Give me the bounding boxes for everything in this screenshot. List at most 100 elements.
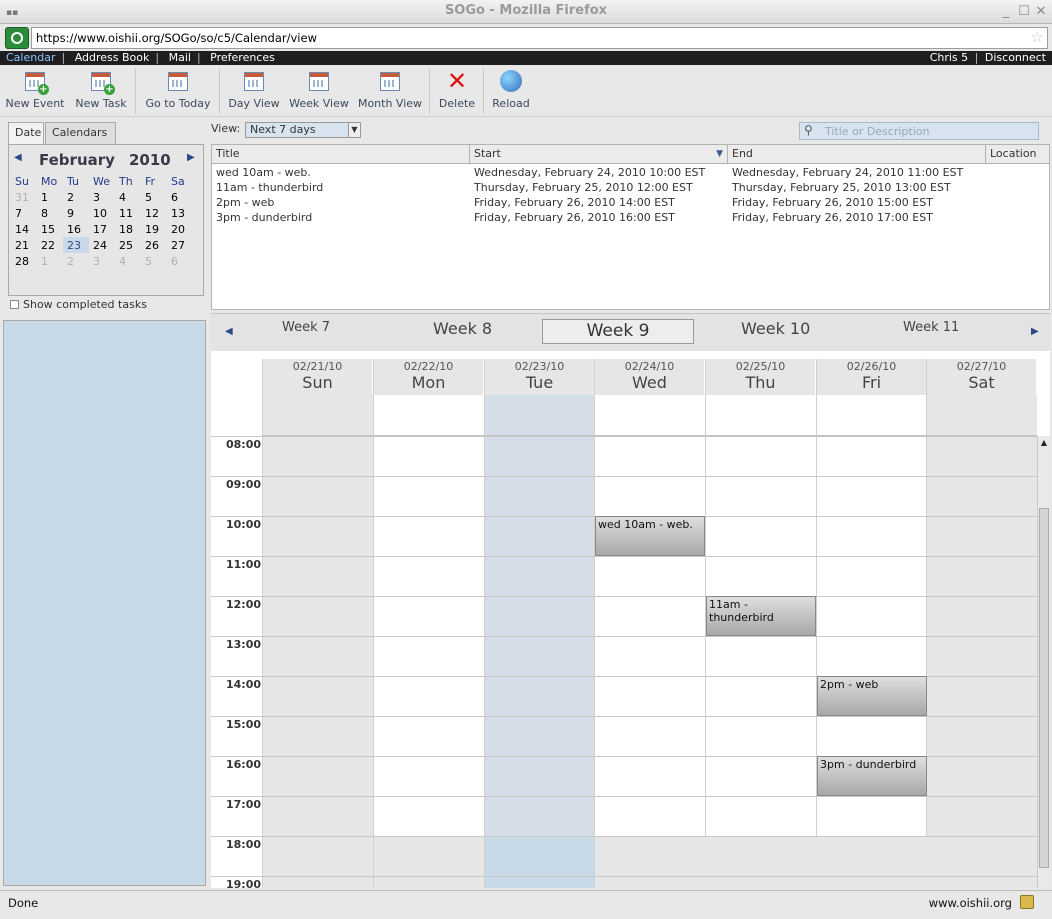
day-header-wed[interactable]: 02/24/10 Wed xyxy=(594,359,704,395)
next-week-icon[interactable]: ▶ xyxy=(1031,326,1039,337)
site-identity-icon[interactable] xyxy=(5,27,29,49)
event-row[interactable]: 11am - thunderbird Thursday, February 25… xyxy=(212,180,1049,195)
mini-day[interactable]: 2 xyxy=(63,189,89,205)
all-day-cell[interactable] xyxy=(926,395,1037,436)
disconnect-link[interactable]: Disconnect xyxy=(985,51,1046,64)
mini-day[interactable]: 21 xyxy=(11,237,37,253)
bookmark-star-icon[interactable]: ☆ xyxy=(1031,28,1044,46)
mini-day[interactable]: 27 xyxy=(167,237,193,253)
mini-day[interactable]: 15 xyxy=(37,221,63,237)
lock-icon[interactable] xyxy=(1020,895,1034,909)
show-completed-tasks[interactable]: Show completed tasks xyxy=(10,298,147,311)
column-location[interactable]: Location xyxy=(986,145,1049,164)
all-day-cell[interactable] xyxy=(373,395,484,436)
mini-day[interactable]: 6 xyxy=(167,189,193,205)
close-icon[interactable]: ✕ xyxy=(1033,4,1049,19)
event-row[interactable]: 3pm - dunderbird Friday, February 26, 20… xyxy=(212,210,1049,225)
mini-day[interactable]: 9 xyxy=(63,205,89,221)
day-column-mon[interactable] xyxy=(373,436,484,888)
event-row[interactable]: 2pm - web Friday, February 26, 2010 14:0… xyxy=(212,195,1049,210)
mini-day[interactable]: 31 xyxy=(11,189,37,205)
minimize-icon[interactable]: _ xyxy=(998,4,1014,19)
mini-day[interactable]: 2 xyxy=(63,253,89,269)
scroll-thumb[interactable] xyxy=(1039,508,1049,868)
mini-day[interactable]: 22 xyxy=(37,237,63,253)
mini-day[interactable]: 19 xyxy=(141,221,167,237)
week-view-button[interactable]: Week View xyxy=(287,67,351,115)
mini-day[interactable]: 28 xyxy=(11,253,37,269)
mini-day[interactable]: 5 xyxy=(141,253,167,269)
menu-calendar[interactable]: Calendar xyxy=(6,51,55,64)
week-11-link[interactable]: Week 11 xyxy=(903,320,959,335)
all-day-cell[interactable] xyxy=(705,395,816,436)
mini-day[interactable]: 14 xyxy=(11,221,37,237)
calendar-event[interactable]: wed 10am - web. xyxy=(595,516,705,556)
calendar-event[interactable]: 2pm - web xyxy=(817,676,927,716)
week-10-link[interactable]: Week 10 xyxy=(741,319,810,338)
new-event-button[interactable]: + New Event xyxy=(4,67,66,115)
mini-day[interactable]: 25 xyxy=(115,237,141,253)
day-header-sat[interactable]: 02/27/10 Sat xyxy=(926,359,1036,395)
show-completed-checkbox[interactable] xyxy=(10,300,19,309)
mini-day[interactable]: 16 xyxy=(63,221,89,237)
url-input[interactable]: https://www.oishii.org/SOGo/so/c5/Calend… xyxy=(31,27,1048,49)
week-7-link[interactable]: Week 7 xyxy=(282,320,330,335)
mini-day[interactable]: 24 xyxy=(89,237,115,253)
day-header-thu[interactable]: 02/25/10 Thu xyxy=(705,359,815,395)
mini-day[interactable]: 10 xyxy=(89,205,115,221)
mini-day[interactable]: 12 xyxy=(141,205,167,221)
day-column-wed[interactable] xyxy=(594,436,705,888)
menu-address-book[interactable]: Address Book xyxy=(75,51,150,64)
month-view-button[interactable]: Month View xyxy=(356,67,424,115)
mini-day-today[interactable]: 23 xyxy=(63,237,89,253)
mini-day[interactable]: 6 xyxy=(167,253,193,269)
day-header-tue[interactable]: 02/23/10 Tue xyxy=(484,359,594,395)
task-list[interactable] xyxy=(3,320,206,886)
column-title[interactable]: Title xyxy=(212,145,470,164)
mini-day[interactable]: 11 xyxy=(115,205,141,221)
mini-day[interactable]: 4 xyxy=(115,253,141,269)
delete-button[interactable]: ✕ Delete xyxy=(436,67,478,115)
day-column-fri[interactable] xyxy=(816,436,927,888)
day-header-mon[interactable]: 02/22/10 Mon xyxy=(373,359,483,395)
event-row[interactable]: wed 10am - web. Wednesday, February 24, … xyxy=(212,165,1049,180)
day-column-sat[interactable] xyxy=(926,436,1037,888)
column-end[interactable]: End xyxy=(728,145,986,164)
mini-day[interactable]: 20 xyxy=(167,221,193,237)
week-scrollbar[interactable]: ▲ xyxy=(1037,436,1050,888)
all-day-cell[interactable] xyxy=(594,395,705,436)
menu-mail[interactable]: Mail xyxy=(169,51,191,64)
mini-day[interactable]: 3 xyxy=(89,189,115,205)
maximize-icon[interactable]: ☐ xyxy=(1016,4,1032,19)
search-icon[interactable]: ⚲ xyxy=(804,123,813,137)
day-column-tue[interactable] xyxy=(484,436,595,888)
week-8-link[interactable]: Week 8 xyxy=(433,319,492,338)
calendar-event[interactable]: 3pm - dunderbird xyxy=(817,756,927,796)
day-view-button[interactable]: Day View xyxy=(226,67,282,115)
mini-day[interactable]: 17 xyxy=(89,221,115,237)
all-day-cell[interactable] xyxy=(262,395,373,436)
mini-day[interactable]: 26 xyxy=(141,237,167,253)
mini-day[interactable]: 1 xyxy=(37,253,63,269)
mini-day[interactable]: 18 xyxy=(115,221,141,237)
day-header-sun[interactable]: 02/21/10 Sun xyxy=(262,359,372,395)
search-field[interactable]: ⚲ Title or Description xyxy=(799,122,1039,140)
day-column-thu[interactable] xyxy=(705,436,816,888)
mini-day[interactable]: 4 xyxy=(115,189,141,205)
current-week[interactable]: Week 9 xyxy=(542,319,694,344)
scroll-up-icon[interactable]: ▲ xyxy=(1038,436,1050,450)
mini-day[interactable]: 8 xyxy=(37,205,63,221)
go-to-today-button[interactable]: Go to Today xyxy=(142,67,214,115)
day-column-sun[interactable] xyxy=(262,436,373,888)
mini-day[interactable]: 3 xyxy=(89,253,115,269)
mini-day[interactable]: 7 xyxy=(11,205,37,221)
all-day-cell[interactable] xyxy=(816,395,927,436)
mini-day[interactable]: 1 xyxy=(37,189,63,205)
reload-button[interactable]: Reload xyxy=(489,67,533,115)
new-task-button[interactable]: + New Task xyxy=(72,67,130,115)
prev-week-icon[interactable]: ◀ xyxy=(225,326,233,337)
prev-month-icon[interactable]: ◀ xyxy=(14,152,22,163)
tab-calendars[interactable]: Calendars xyxy=(45,122,116,144)
day-header-fri[interactable]: 02/26/10 Fri xyxy=(816,359,926,395)
calendar-event[interactable]: 11am - thunderbird xyxy=(706,596,816,636)
